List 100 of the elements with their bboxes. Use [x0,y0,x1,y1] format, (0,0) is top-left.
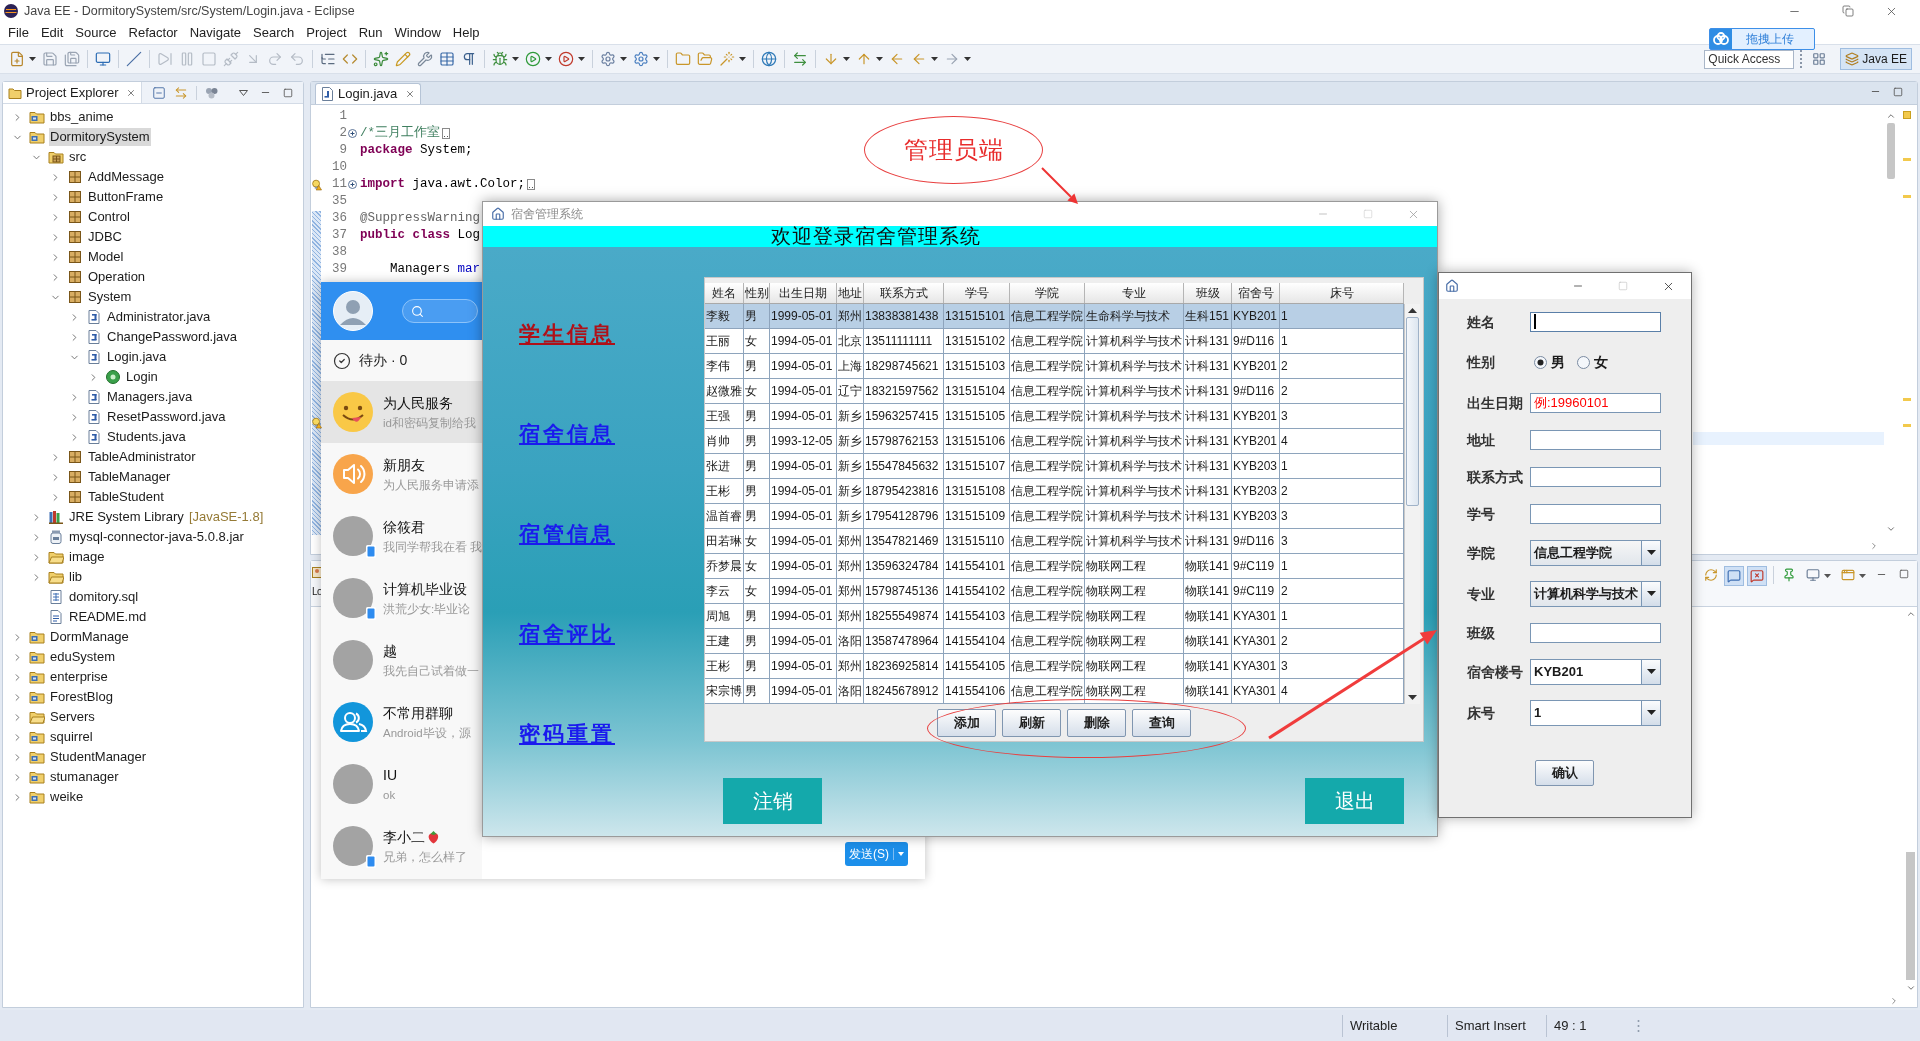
action-button[interactable]: 查询 [1132,708,1191,737]
warning-bulb-icon[interactable] [312,178,322,191]
column-header[interactable]: 地址 [837,283,864,303]
scrollbar-thumb[interactable] [1906,852,1915,980]
maximize-icon[interactable] [283,87,294,98]
folder-open-icon[interactable] [697,51,713,67]
wrench-icon[interactable] [417,51,433,67]
radio-option[interactable]: 男 [1534,351,1565,373]
dropdown-caret-icon[interactable] [1859,574,1866,578]
scrollbar-thumb[interactable] [1406,317,1419,506]
play-circle-icon[interactable] [558,51,574,67]
tree-item[interactable]: Model [87,248,125,266]
tree-item[interactable]: TableStudent [87,488,165,506]
table-row[interactable]: 温首睿 男 1994-05-01 新乡 17954128796 131515109 信息工程学院 计算机科学与技术 计科131 KYB203 3 [705,504,1404,529]
sparkles-icon[interactable] [373,51,389,67]
bug-icon[interactable] [492,51,508,67]
text-field[interactable] [1530,429,1661,450]
tree-item[interactable]: ChangePassword.java [106,328,239,346]
action-button[interactable]: 添加 [937,708,996,737]
table-row[interactable]: 肖帅 男 1993-12-05 新乡 15798762153 131515106 信息工程学院 计算机科学与技术 计科131 KYB201 4 [705,429,1404,454]
tree-item[interactable]: Administrator.java [106,308,212,326]
close-icon[interactable] [405,89,416,99]
tree-item[interactable]: Managers.java [106,388,194,406]
tree-item[interactable]: JRE System Library [68,508,185,526]
save-icon[interactable] [42,51,58,67]
dropdown[interactable]: 计算机科学与技术 [1530,580,1661,607]
column-header[interactable]: 出生日期 [770,283,837,303]
dropdown-caret-icon[interactable] [1824,574,1831,578]
tree-item[interactable]: Students.java [106,428,187,446]
layout-grid-icon[interactable] [1812,52,1827,66]
tree-item[interactable]: AddMessage [87,168,165,186]
radio-option[interactable]: 女 [1577,351,1608,373]
gear-icon[interactable] [633,51,649,67]
tree-item[interactable]: StudentManager [49,748,148,766]
conversation-item[interactable]: 新朋友 为人民服务申请添 [321,443,482,505]
maximize-icon[interactable] [1618,281,1628,291]
table-row[interactable]: 李云 女 1994-05-01 郑州 15798745136 141554102 信息工程学院 物联网工程 物联141 9#C119 2 [705,579,1404,604]
scroll-down-icon[interactable] [1408,695,1417,700]
search-field[interactable] [402,299,478,323]
menu-item[interactable]: Search [253,23,295,43]
tree-item[interactable]: src [68,148,88,166]
slash-icon[interactable] [126,51,142,67]
column-header[interactable]: 宿舍号 [1232,283,1280,303]
layers-icon[interactable] [1845,52,1860,66]
overview-marker[interactable] [1903,398,1911,401]
tree-item[interactable]: Login [125,368,159,386]
text-field[interactable] [1530,622,1661,643]
scroll-right-icon[interactable] [1889,996,1899,1006]
column-header[interactable]: 床号 [1280,283,1404,303]
tree-item[interactable]: domitory.sql [68,588,140,606]
text-field[interactable] [1530,466,1661,487]
scrollbar-thumb[interactable] [1886,123,1895,179]
dropdown-caret-icon[interactable] [29,57,36,61]
grip-icon[interactable] [1637,1018,1640,1033]
monitor-icon[interactable] [1806,568,1820,582]
tree-item[interactable]: DormManage [49,628,130,646]
overview-marker[interactable] [1903,195,1911,198]
column-header[interactable]: 学号 [944,283,1010,303]
text-field[interactable]: 例:19960101 [1530,392,1661,413]
view-tab[interactable]: Project Explorer [3,82,143,103]
tree-item[interactable]: TableAdministrator [87,448,197,466]
refresh-icon[interactable] [1704,568,1718,582]
table-row[interactable]: 王丽 女 1994-05-01 北京 13511111111 131515102 信息工程学院 计算机科学与技术 计科131 9#D116 1 [705,329,1404,354]
scroll-up-icon[interactable] [1408,308,1417,313]
column-header[interactable]: 联系方式 [864,283,944,303]
tree-item[interactable]: image [68,548,106,566]
caret-down-icon[interactable] [1646,550,1656,555]
dropdown-caret-icon[interactable] [512,57,519,61]
dropdown[interactable]: 信息工程学院 [1530,539,1661,566]
folded-code-icon[interactable] [442,128,450,139]
tree-item[interactable]: lib [68,568,83,586]
conversation-item[interactable]: 不常用群聊 Android毕设，源 [321,691,482,753]
table-row[interactable]: 王彬 男 1994-05-01 郑州 18236925814 141554105 信息工程学院 物联网工程 物联141 KYA301 3 [705,654,1404,679]
menu-item[interactable]: Refactor [128,23,178,43]
scrollbar[interactable] [1404,304,1420,704]
view-menu-icon[interactable] [239,89,249,96]
caret-down-icon[interactable] [1646,710,1656,715]
table-row[interactable]: 田若琳 女 1994-05-01 郑州 13547821469 131515110 信息工程学院 计算机科学与技术 计科131 9#D116 3 [705,529,1404,554]
menu-item[interactable]: Project [306,23,347,43]
search-icon[interactable] [411,304,424,318]
table-icon[interactable] [439,51,455,67]
action-button[interactable]: 删除 [1067,708,1126,737]
tree-item[interactable]: mysql-connector-java-5.0.8.jar [68,528,245,546]
code-icon[interactable] [342,51,358,67]
folded-code-icon[interactable] [527,179,536,190]
menu-item[interactable]: Window [394,23,441,43]
list-tree-icon[interactable] [320,51,336,67]
menu-item[interactable]: Help [452,23,480,43]
menu-item[interactable]: Edit [40,23,64,43]
action-button[interactable]: 刷新 [1002,708,1061,737]
table-row[interactable]: 李伟 男 1994-05-01 上海 18298745621 131515103 信息工程学院 计算机科学与技术 计科131 KYB201 2 [705,354,1404,379]
caret-down-icon[interactable] [1646,591,1656,596]
editor-tab[interactable]: Login.java [315,83,422,104]
table-row[interactable]: 王强 男 1994-05-01 新乡 15963257415 131515105 信息工程学院 计算机科学与技术 计科131 KYB201 3 [705,404,1404,429]
pin-icon[interactable] [1782,568,1796,582]
save-all-icon[interactable] [64,51,80,67]
tree-item[interactable]: ResetPassword.java [106,408,227,426]
folder-icon[interactable] [675,51,691,67]
nav-link[interactable]: 密码重置 [519,721,615,747]
tree-item[interactable]: README.md [68,608,148,626]
